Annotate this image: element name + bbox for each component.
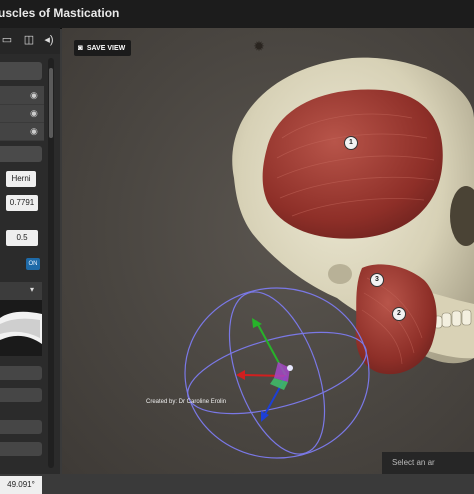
left-toolbar: ▭ ◫ ◂)	[0, 28, 60, 54]
panel-section-header[interactable]	[0, 62, 42, 80]
panel-slider[interactable]	[0, 442, 42, 456]
light-icon[interactable]: ✹	[252, 39, 266, 53]
window-title: uscles of Mastication	[0, 6, 120, 20]
list-item[interactable]: ◉	[0, 86, 44, 105]
label-field[interactable]: Herni	[6, 171, 36, 187]
panel-row[interactable]	[0, 146, 42, 162]
panel-slider[interactable]	[0, 366, 42, 380]
value-b-field[interactable]: 0.5	[6, 230, 38, 246]
left-panel: ▭ ◫ ◂) ◉ ◉ ◉ Herni 0.7791 0.5 ON ▾ 49.09…	[0, 28, 60, 494]
preview-swatch	[0, 300, 42, 356]
eye-icon[interactable]: ◉	[30, 126, 40, 136]
save-view-label: SAVE VIEW	[86, 45, 126, 52]
3d-viewport[interactable]: 1 3 2 ◙ SAVE VIEW ✹ Created by: Dr Caroli…	[62, 28, 474, 474]
sound-icon[interactable]: ◂)	[42, 33, 56, 47]
vr-icon[interactable]: ◫	[22, 33, 36, 47]
chevron-down-icon: ▾	[29, 285, 34, 294]
muscle-label-1[interactable]: 1	[344, 136, 358, 150]
layers-icon[interactable]: ▭	[0, 33, 14, 47]
credit-text: Created by: Dr Caroline Erolin	[146, 399, 227, 405]
muscle-label-2[interactable]: 2	[392, 307, 406, 321]
list-item[interactable]: ◉	[0, 122, 44, 141]
save-view-button[interactable]: ◙ SAVE VIEW	[74, 40, 132, 56]
material-dropdown[interactable]: ▾	[0, 282, 42, 300]
muscle-label-3[interactable]: 3	[370, 273, 384, 287]
bottom-hint-bar: Select an ar	[382, 452, 474, 474]
eye-icon[interactable]: ◉	[30, 90, 40, 100]
panel-slider[interactable]	[0, 420, 42, 434]
scrollbar[interactable]	[48, 58, 54, 468]
on-toggle[interactable]: ON	[26, 258, 40, 270]
title-bar: uscles of Mastication	[0, 0, 474, 29]
list-item[interactable]: ◉	[0, 104, 44, 123]
layer-list: ◉ ◉ ◉	[0, 86, 44, 141]
scrollbar-thumb[interactable]	[49, 68, 53, 138]
skull-model	[184, 57, 474, 459]
bottom-hint: Select an ar	[392, 458, 435, 467]
eye-icon[interactable]: ◉	[30, 108, 40, 118]
value-a-field[interactable]: 0.7791	[6, 195, 38, 211]
texture-preview	[0, 300, 42, 356]
panel-slider[interactable]	[0, 388, 42, 402]
camera-icon: ◙	[78, 43, 83, 52]
angle-field[interactable]: 49.091°	[0, 476, 42, 494]
